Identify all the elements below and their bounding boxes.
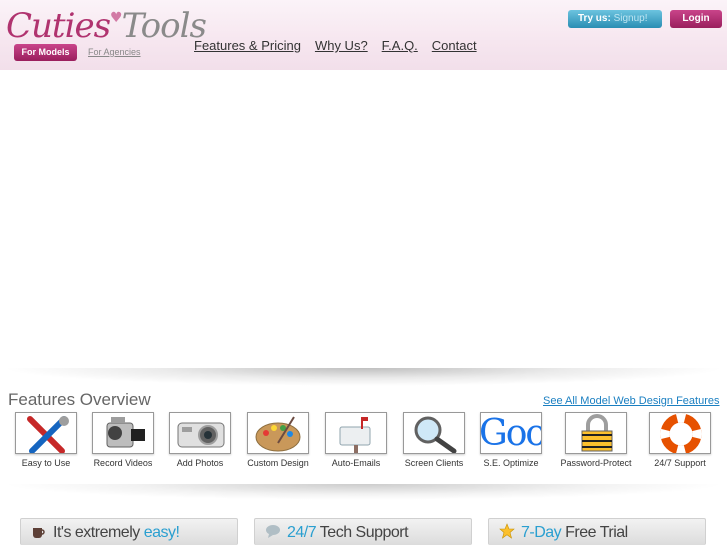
promo-easy: It's extremely easy! xyxy=(20,518,238,545)
google-icon: Goo xyxy=(480,412,542,454)
feature-label: S.E. Optimize xyxy=(483,458,539,468)
nav-why-us[interactable]: Why Us? xyxy=(315,38,368,53)
try-us-label: Try us: xyxy=(578,13,611,24)
see-all-features-link[interactable]: See All Model Web Design Features xyxy=(543,395,720,407)
login-button[interactable]: Login xyxy=(670,10,722,28)
promo-free-trial: 7-Day Free Trial xyxy=(488,518,706,545)
feature-add-photos[interactable]: Add Photos xyxy=(160,412,240,468)
signup-label: Signup! xyxy=(613,13,648,24)
feature-se-optimize[interactable]: Goo S.E. Optimize xyxy=(471,412,551,468)
feature-record-videos[interactable]: Record Videos xyxy=(83,412,163,468)
palette-icon xyxy=(247,412,309,454)
tab-for-agencies[interactable]: For Agencies xyxy=(88,47,141,57)
nav-contact[interactable]: Contact xyxy=(432,38,477,53)
camcorder-icon xyxy=(92,412,154,454)
feature-label: Record Videos xyxy=(93,458,153,468)
cutiestools-logo[interactable]: Cuties♥Tools xyxy=(6,6,207,46)
padlock-icon xyxy=(565,412,627,454)
feature-easy-to-use[interactable]: Easy to Use xyxy=(6,412,86,468)
feature-custom-design[interactable]: Custom Design xyxy=(238,412,318,468)
promo-tech-support: 24/7 Tech Support xyxy=(254,518,472,545)
tab-for-models[interactable]: For Models xyxy=(14,44,77,61)
main-nav: Features & Pricing Why Us? F.A.Q. Contac… xyxy=(194,38,477,53)
promo-text: Tech Support xyxy=(316,524,409,541)
feature-label: 24/7 Support xyxy=(654,458,706,468)
star-icon xyxy=(499,521,515,539)
site-header: Cuties♥Tools For Models For Agencies Fea… xyxy=(0,0,727,70)
promo-text: Free Trial xyxy=(561,524,628,541)
tools-icon xyxy=(15,412,77,454)
try-signup-button[interactable]: Try us: Signup! xyxy=(568,10,662,28)
lifebuoy-icon xyxy=(649,412,711,454)
promo-highlight: 7-Day xyxy=(521,524,562,541)
feature-label: Auto-Emails xyxy=(331,458,381,468)
feature-screen-clients[interactable]: Screen Clients xyxy=(394,412,474,468)
divider-shadow xyxy=(0,368,727,386)
nav-faq[interactable]: F.A.Q. xyxy=(382,38,418,53)
feature-auto-emails[interactable]: Auto-Emails xyxy=(316,412,396,468)
promo-highlight: easy! xyxy=(143,524,180,541)
promo-highlight: 24/7 xyxy=(287,524,317,541)
hero-area xyxy=(0,70,727,370)
chat-bubble-icon xyxy=(265,521,281,538)
feature-password-protect[interactable]: Password-Protect xyxy=(556,412,636,468)
coffee-icon xyxy=(31,521,47,538)
feature-label: Custom Design xyxy=(247,458,309,468)
features-title: Features Overview xyxy=(8,390,151,409)
feature-247-support[interactable]: 24/7 Support xyxy=(640,412,720,468)
magnifier-icon xyxy=(403,412,465,454)
google-logo-text: Goo xyxy=(480,413,542,454)
feature-label: Add Photos xyxy=(176,458,224,468)
nav-features-pricing[interactable]: Features & Pricing xyxy=(194,38,301,53)
feature-label: Screen Clients xyxy=(404,458,464,468)
promo-text: It's extremely xyxy=(53,524,144,541)
feature-label: Password-Protect xyxy=(560,458,632,468)
features-row: Easy to Use Record Videos Add Photos Cus… xyxy=(8,412,722,472)
camera-icon xyxy=(169,412,231,454)
heart-icon: ♥ xyxy=(110,10,123,26)
mailbox-icon xyxy=(325,412,387,454)
feature-label: Easy to Use xyxy=(21,458,71,468)
logo-text-cuties: Cuties xyxy=(6,6,111,46)
divider-shadow xyxy=(0,484,727,500)
